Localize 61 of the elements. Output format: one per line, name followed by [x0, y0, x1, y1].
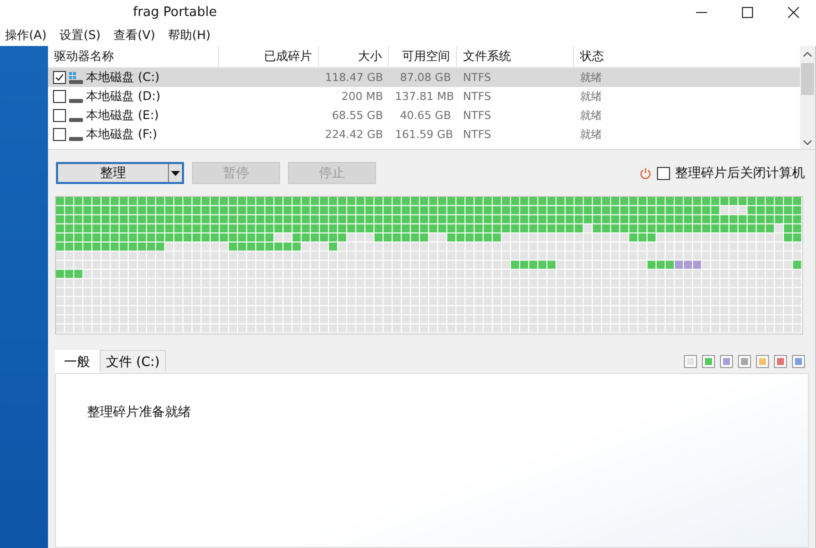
- menu-item[interactable]: 设置(S): [60, 26, 101, 44]
- table-cell-text: 224.42 GB: [324, 128, 384, 141]
- scroll-down-icon[interactable]: [803, 140, 812, 145]
- checkbox-label: 整理碎片后关闭计算机: [675, 165, 805, 182]
- table-cell-text: 就绪: [579, 89, 603, 104]
- legend-swatch: [792, 354, 805, 368]
- legend-swatch: [756, 354, 769, 368]
- legend-swatch: [684, 354, 697, 368]
- drive-name: 本地磁盘 (C:): [86, 69, 160, 86]
- power-icon: [639, 166, 652, 180]
- scroll-thumb[interactable]: [801, 63, 814, 95]
- drive-row[interactable]: 本地磁盘 (C:) 118.47 GB 87.08 GB NTFS 就绪: [48, 68, 800, 87]
- menu-item[interactable]: 查看(V): [114, 26, 156, 44]
- column-header[interactable]: 可用空间: [389, 46, 457, 67]
- table-cell-text: 137.81 MB: [394, 90, 456, 103]
- scrollbar[interactable]: [800, 46, 815, 149]
- table-cell-text: 87.08 GB: [398, 71, 452, 84]
- window-title: frag Portable: [132, 4, 217, 20]
- checkbox[interactable]: [53, 128, 66, 141]
- checkbox[interactable]: [657, 166, 670, 180]
- column-header[interactable]: 文件系统: [457, 46, 574, 67]
- table-cell-text: NTFS: [462, 109, 492, 122]
- tab[interactable]: 一般: [55, 350, 99, 372]
- legend-swatch: [720, 354, 733, 368]
- table-cell-text: 161.59 GB: [394, 128, 454, 141]
- drive-name: 本地磁盘 (D:): [86, 88, 160, 105]
- drive-row[interactable]: 本地磁盘 (E:) 68.55 GB 40.65 GB NTFS 就绪: [48, 106, 800, 125]
- drive-row[interactable]: 本地磁盘 (F:) 224.42 GB 161.59 GB NTFS 就绪: [48, 125, 800, 144]
- action-button[interactable]: 整理: [56, 162, 184, 184]
- column-header[interactable]: 已成碎片: [219, 46, 319, 67]
- table-cell-text: NTFS: [462, 90, 492, 103]
- menu-item[interactable]: 帮助(H): [168, 26, 211, 44]
- checkbox[interactable]: [53, 90, 66, 103]
- legend-swatch: [738, 354, 751, 368]
- checkbox[interactable]: [53, 109, 66, 122]
- caret-icon: [171, 170, 180, 176]
- checkbox[interactable]: [53, 71, 66, 84]
- table-cell-text: 200 MB: [340, 90, 384, 103]
- close-icon: [788, 6, 798, 18]
- column-header[interactable]: 驱动器名称: [48, 46, 219, 67]
- dropdown-arrow[interactable]: [168, 164, 182, 182]
- table-cell-text: 就绪: [579, 70, 603, 85]
- table-cell-text: 118.47 GB: [324, 71, 384, 84]
- column-header[interactable]: 状态: [574, 46, 800, 67]
- maximize-icon: [742, 6, 752, 18]
- column-header[interactable]: 大小: [319, 46, 389, 67]
- drive-name: 本地磁盘 (E:): [86, 107, 159, 124]
- status-message: 整理碎片准备就绪: [87, 404, 191, 420]
- table-cell-text: 68.55 GB: [330, 109, 384, 122]
- legend-swatch: [774, 354, 787, 368]
- table-cell-text: 就绪: [579, 108, 603, 123]
- tab[interactable]: 文件 (C:): [100, 350, 166, 370]
- scroll-up-icon[interactable]: [803, 52, 812, 57]
- drive-row[interactable]: 本地磁盘 (D:) 200 MB 137.81 MB NTFS 就绪: [48, 87, 800, 106]
- menu-item[interactable]: 操作(A): [5, 26, 47, 44]
- table-cell-text: 40.65 GB: [398, 109, 452, 122]
- table-cell-text: NTFS: [462, 128, 492, 141]
- legend-swatch: [702, 354, 715, 368]
- table-cell-text: NTFS: [462, 71, 492, 84]
- drive-name: 本地磁盘 (F:): [86, 126, 158, 143]
- table-cell-text: 就绪: [579, 127, 603, 142]
